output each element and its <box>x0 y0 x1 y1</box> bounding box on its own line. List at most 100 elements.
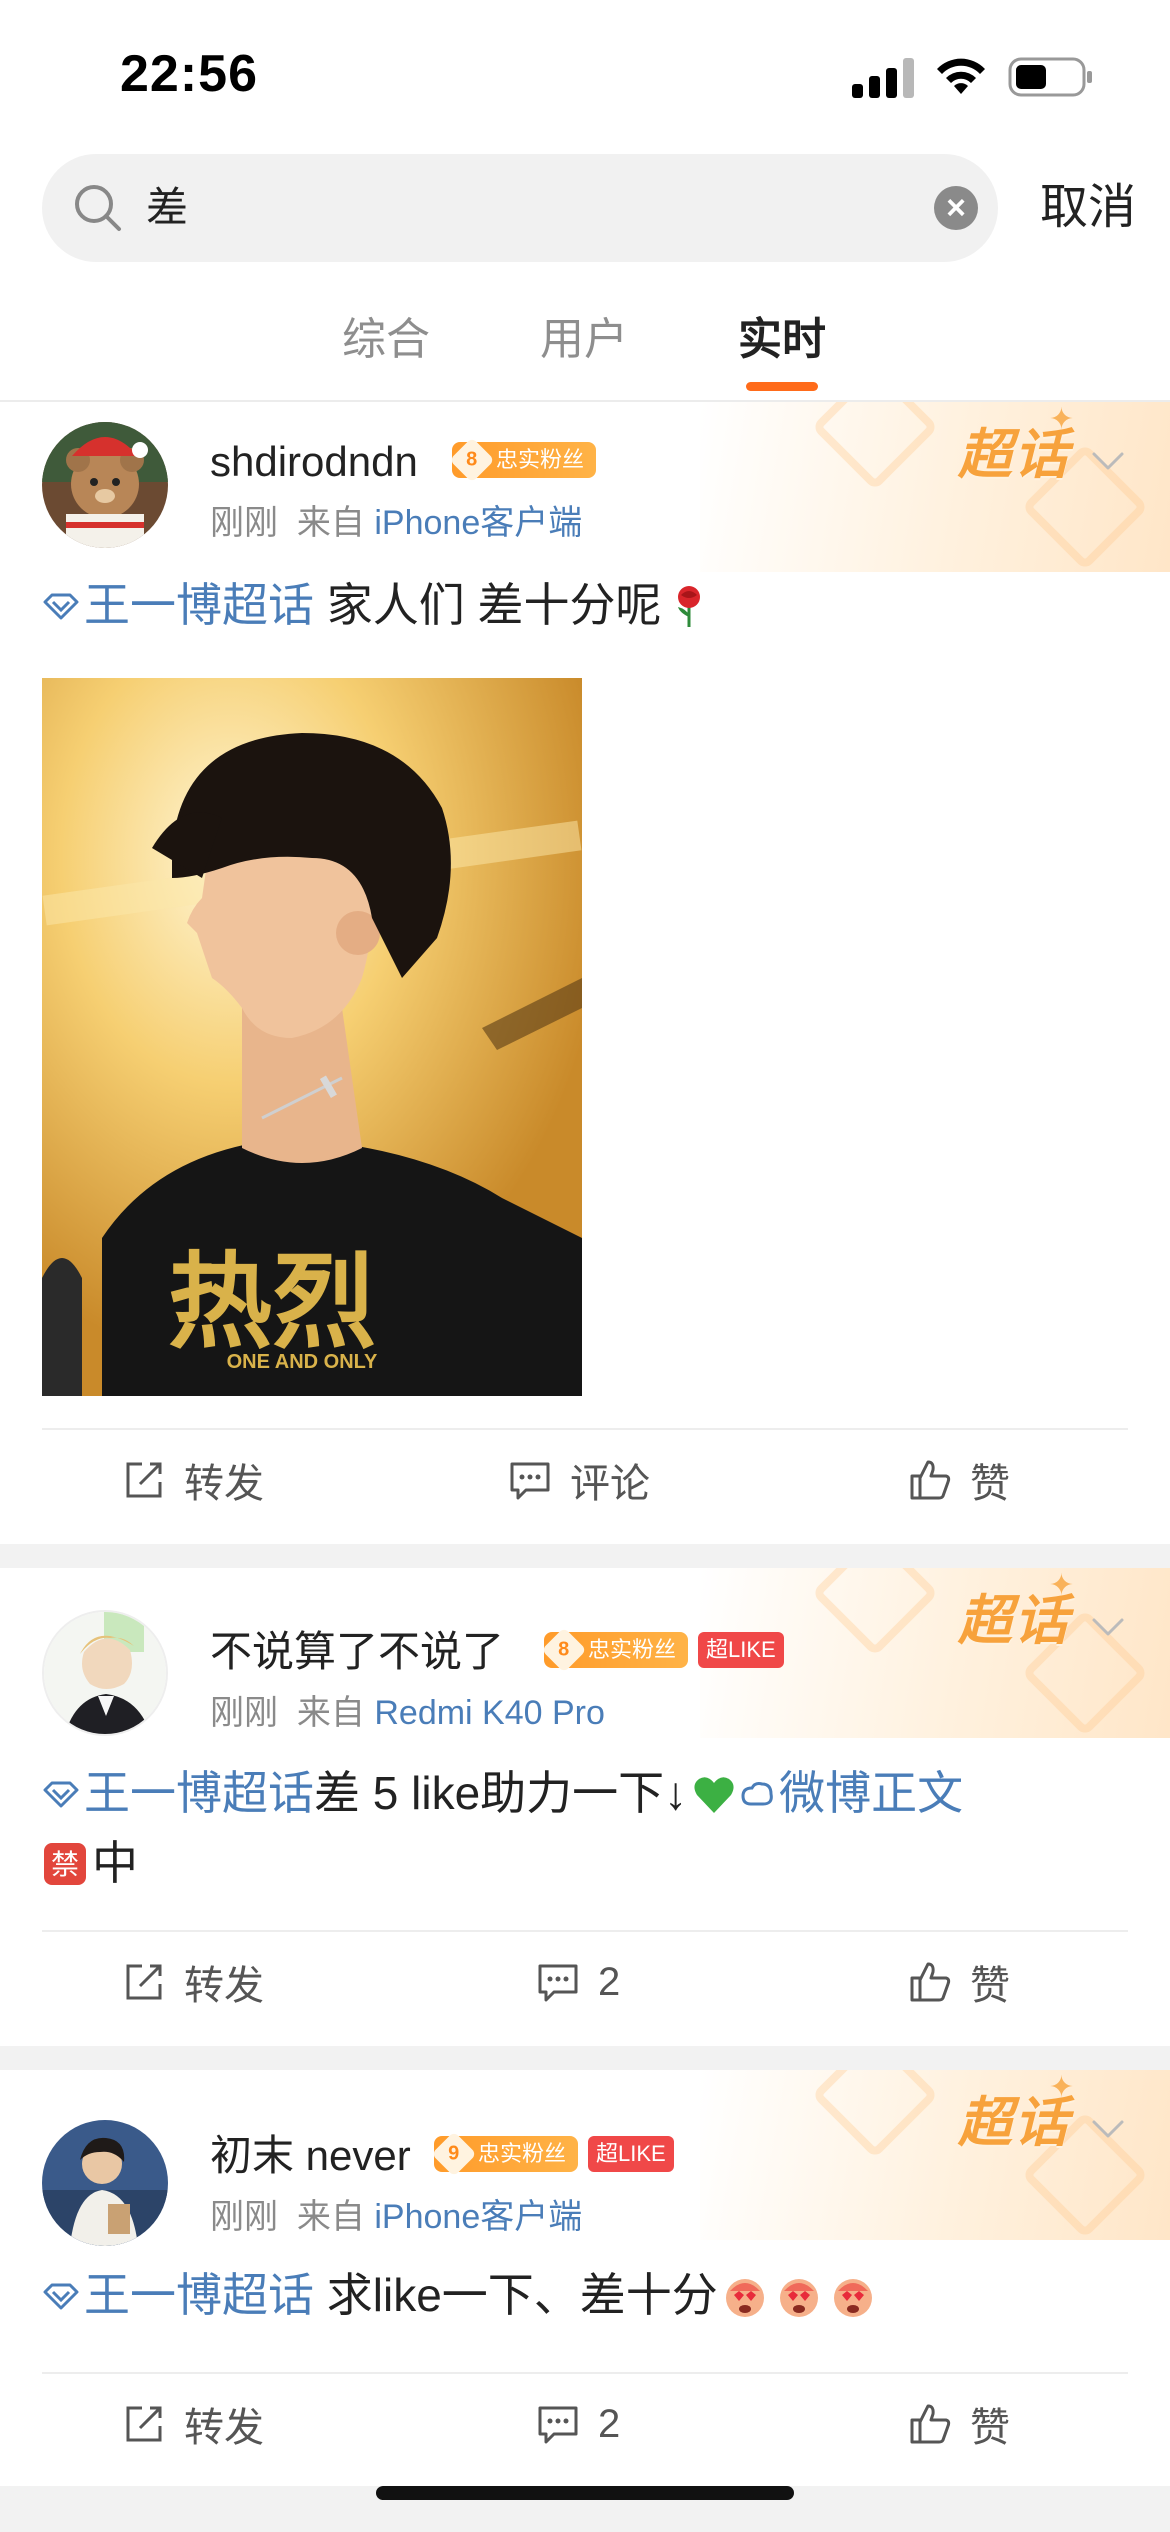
tab-users[interactable]: 用户 <box>540 310 628 370</box>
comment-icon <box>510 1462 550 1500</box>
sparkle-icon: ✦ <box>1048 1569 1074 1602</box>
comment-button[interactable]: 2 <box>534 1954 620 2010</box>
chaohua-topic-icon <box>43 2283 79 2310</box>
post-actions: 转发 2 赞 <box>0 1930 1170 2030</box>
post-time: 刚刚 <box>210 504 278 542</box>
post-actions: 转发 评论 赞 <box>0 1428 1170 1528</box>
chevron-down-icon[interactable] <box>1088 2110 1128 2150</box>
rose-emoji-icon <box>677 585 700 627</box>
status-time: 22:56 <box>120 45 258 103</box>
thumbs-up-icon <box>910 1962 951 2002</box>
sparkle-icon: ✦ <box>1048 403 1074 436</box>
cellular-signal-icon <box>852 58 914 98</box>
topic-link[interactable]: 王一博超话 <box>84 579 314 631</box>
thumbs-up-icon <box>910 2404 951 2444</box>
weibo-body-link[interactable]: 微博正文 <box>779 1767 963 1819</box>
like-button[interactable]: 赞 <box>906 2396 1010 2452</box>
post-card[interactable]: 超话 ✦ 初末 never 9 忠实粉丝 超LIKE 刚刚 来自 iPhone客… <box>0 2070 1170 2486</box>
user-badges: 8 忠实粉丝 超LIKE <box>541 1627 784 1673</box>
fan-badge: 8 忠实粉丝 <box>449 437 597 483</box>
chevron-down-icon[interactable] <box>1088 1608 1128 1648</box>
chaohua-banner <box>700 402 1170 572</box>
wifi-icon <box>937 58 985 94</box>
chevron-down-icon[interactable] <box>1088 442 1128 482</box>
search-input[interactable]: 差 × <box>42 154 998 262</box>
post-actions: 转发 2 赞 <box>0 2372 1170 2472</box>
repost-button[interactable]: 转发 <box>120 2396 264 2452</box>
like-button[interactable]: 赞 <box>906 1954 1010 2010</box>
post-meta: 刚刚 来自 Redmi K40 Pro <box>210 1690 605 1736</box>
avatar[interactable] <box>42 2120 168 2246</box>
fan-badge: 9 忠实粉丝 <box>431 2131 579 2177</box>
topic-link[interactable]: 王一博超话 <box>84 1767 314 1819</box>
heart-eyes-emoji-icon <box>779 2278 818 2317</box>
post-text: 王一博超话 求like一下、差十分 <box>42 2260 1132 2330</box>
status-bar: 22:56 <box>0 0 1170 150</box>
post-meta: 刚刚 来自 iPhone客户端 <box>210 500 582 546</box>
comment-icon <box>538 1964 578 2002</box>
avatar[interactable] <box>42 422 168 548</box>
post-time: 刚刚 <box>210 1694 278 1732</box>
comment-button[interactable]: 2 <box>534 2396 620 2452</box>
post-source[interactable]: Redmi K40 Pro <box>374 1694 605 1732</box>
post-card[interactable]: 超话 ✦ 不说算了不说了 8 忠实粉丝 超LIKE 刚刚 来自 Redmi K4… <box>0 1568 1170 2046</box>
fan-level-icon: 8 <box>449 437 495 483</box>
user-badges: 8 忠实粉丝 <box>449 437 597 483</box>
post-separator <box>0 2046 1170 2070</box>
forbidden-emoji-icon: 禁 <box>44 1842 86 1885</box>
repost-icon <box>126 1462 162 1498</box>
chaohua-topic-icon <box>43 1781 79 1808</box>
search-tabs: 综合 用户 实时 <box>0 300 1170 400</box>
username[interactable]: shdirodndn <box>210 434 418 490</box>
sparkle-icon: ✦ <box>1048 2071 1074 2104</box>
user-badges: 9 忠实粉丝 超LIKE <box>431 2131 674 2177</box>
repost-button[interactable]: 转发 <box>120 1452 264 1508</box>
fan-badge: 8 忠实粉丝 <box>541 1627 689 1673</box>
green-heart-emoji-icon <box>694 1777 734 1813</box>
from-label: 来自 <box>296 504 365 542</box>
home-indicator[interactable] <box>376 2486 794 2500</box>
chaohua-banner <box>700 2070 1170 2240</box>
link-icon <box>741 1781 773 1806</box>
post-source[interactable]: iPhone客户端 <box>374 504 582 542</box>
post-source[interactable]: iPhone客户端 <box>374 2198 582 2236</box>
search-query: 差 <box>146 184 189 231</box>
fan-level-icon: 9 <box>431 2131 477 2177</box>
comment-button[interactable]: 评论 <box>506 1452 650 1508</box>
repost-icon <box>126 1964 162 2000</box>
chaohua-topic-icon <box>43 593 79 620</box>
from-label: 来自 <box>296 2198 365 2236</box>
post-image[interactable]: 热烈 ONE AND ONLY <box>42 678 582 1396</box>
post-separator <box>0 1544 1170 1568</box>
super-like-badge: 超LIKE <box>588 2136 674 2172</box>
comment-icon <box>538 2406 578 2444</box>
svg-text:禁: 禁 <box>51 1848 79 1881</box>
avatar[interactable] <box>42 1610 168 1736</box>
post-text: 王一博超话 家人们 差十分呢 <box>42 570 1132 640</box>
post-meta: 刚刚 来自 iPhone客户端 <box>210 2194 582 2240</box>
svg-text:ONE AND ONLY: ONE AND ONLY <box>227 1351 378 1373</box>
tab-comprehensive[interactable]: 综合 <box>342 310 430 370</box>
heart-eyes-emoji-icon <box>833 2278 872 2317</box>
active-tab-indicator <box>746 382 818 391</box>
fan-level-icon: 8 <box>541 1627 587 1673</box>
tab-realtime[interactable]: 实时 <box>738 310 826 370</box>
like-button[interactable]: 赞 <box>906 1452 1010 1508</box>
heart-eyes-emoji-icon <box>725 2278 764 2317</box>
clear-search-button[interactable]: × <box>934 186 978 230</box>
from-label: 来自 <box>296 1694 365 1732</box>
search-icon <box>75 185 121 231</box>
post-text: 王一博超话差 5 like助力一下↓ 微博正文禁中 <box>42 1758 1132 1898</box>
super-like-badge: 超LIKE <box>698 1632 784 1668</box>
thumbs-up-icon <box>910 1460 951 1500</box>
topic-link[interactable]: 王一博超话 <box>84 2269 314 2321</box>
repost-icon <box>126 2406 162 2442</box>
battery-icon <box>1008 57 1092 97</box>
repost-button[interactable]: 转发 <box>120 1954 264 2010</box>
username[interactable]: 不说算了不说了 <box>210 1624 504 1680</box>
svg-text:热烈: 热烈 <box>168 1246 376 1361</box>
post-time: 刚刚 <box>210 2198 278 2236</box>
cancel-button[interactable]: 取消 <box>1040 176 1136 240</box>
username[interactable]: 初末 never <box>210 2128 411 2184</box>
post-card[interactable]: 超话 ✦ shdirodndn 8 忠实粉丝 刚刚 来自 iPhone客户端 王… <box>0 402 1170 1544</box>
